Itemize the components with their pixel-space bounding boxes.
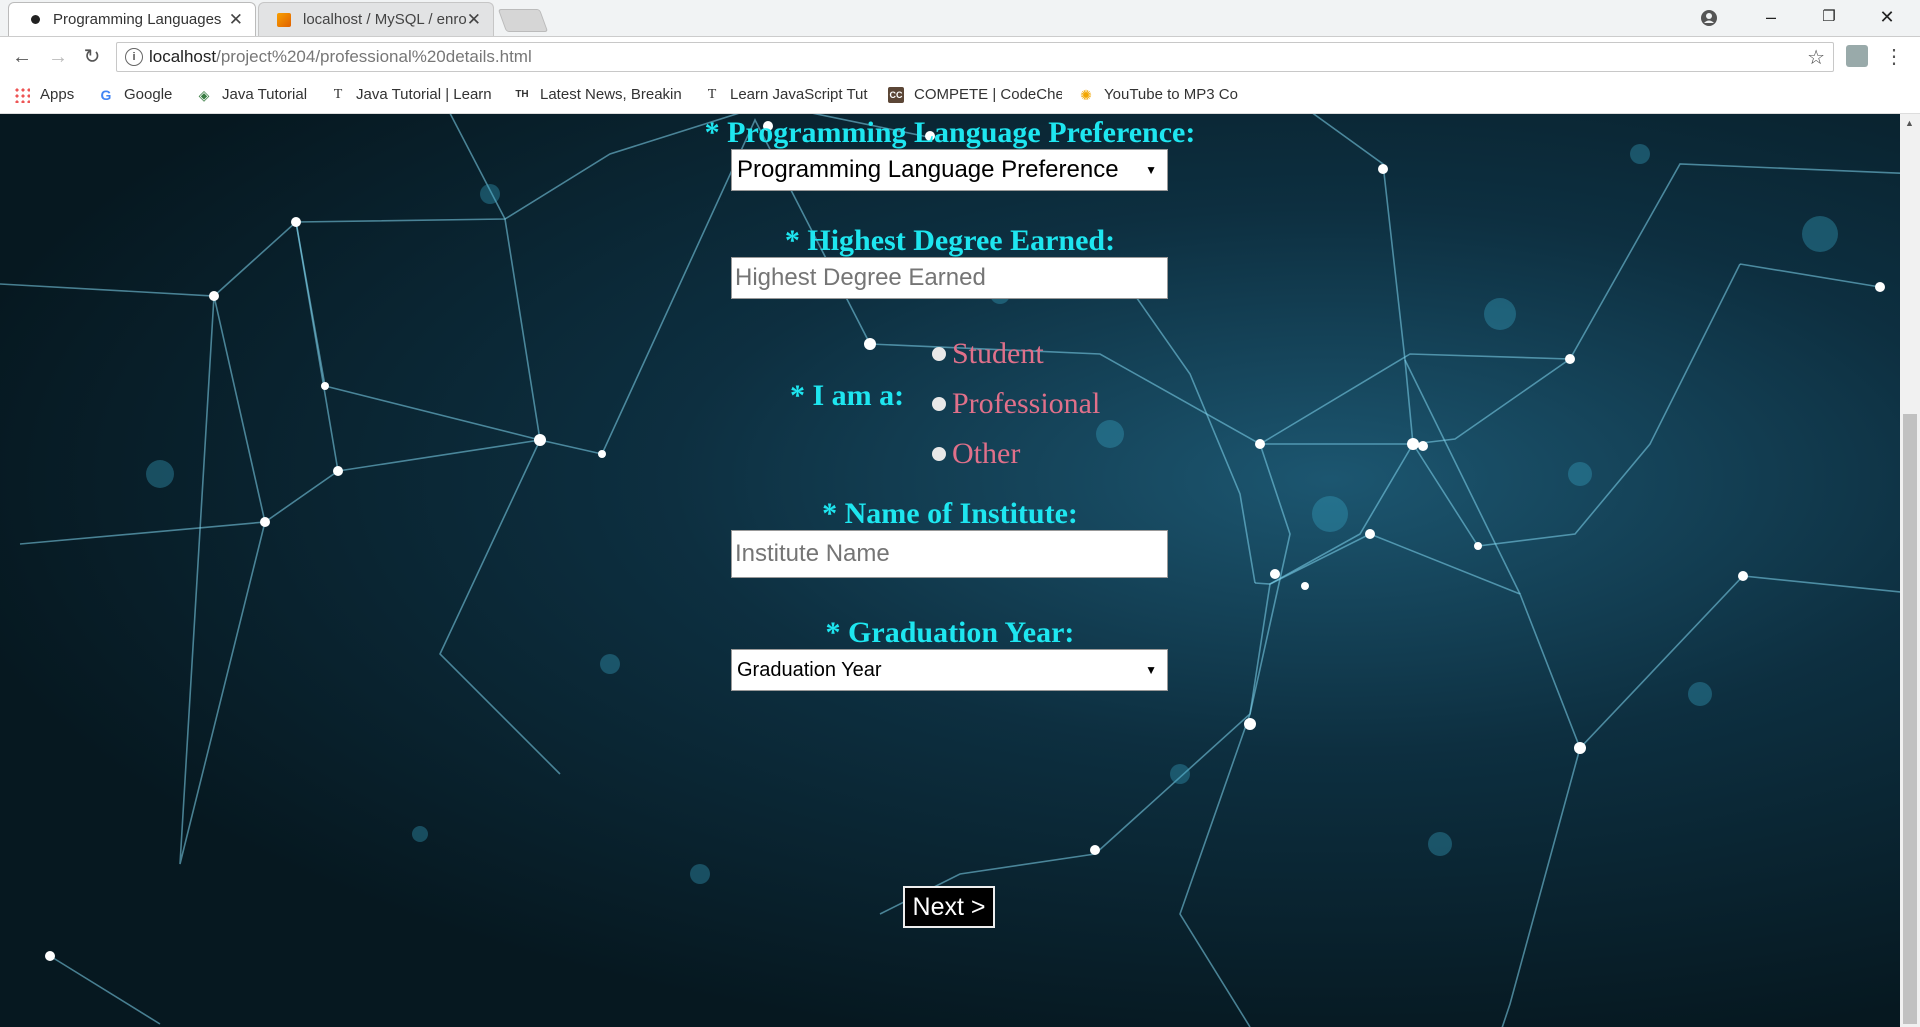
graduation-label: * Graduation Year: [825,616,1075,649]
tab-bar: Programming Languages ✕ localhost / MySQ… [0,0,1920,37]
degree-input[interactable] [731,257,1168,299]
tab-title: Programming Languages [53,11,222,28]
converter-icon: ✺ [1080,87,1092,104]
bookmark-java-tutorial-learn[interactable]: T Java Tutorial | Learn [330,77,498,113]
degree-label: * Highest Degree Earned: [784,224,1116,257]
radio-student[interactable]: Student [932,334,1044,374]
iam-label: * I am a: [790,379,905,412]
account-icon[interactable] [1686,0,1732,34]
bookmarks-bar: Apps G Google ◈ Java Tutorial T Java Tutori… [0,77,1920,114]
language-select[interactable]: Programming Language Preference ▼ [731,149,1168,191]
close-icon[interactable]: ✕ [229,3,243,36]
codechef-icon: CC [888,87,904,104]
bookmark-star-icon[interactable]: ☆ [1807,45,1825,70]
close-icon[interactable]: ✕ [467,3,481,36]
address-bar[interactable]: i localhost/project%204/professional%20d… [116,42,1834,72]
new-tab-button[interactable] [497,9,549,32]
restore-button[interactable]: ❐ [1806,0,1852,34]
radio-other[interactable]: Other [932,434,1020,474]
bookmark-java-tutorial[interactable]: ◈ Java Tutorial [196,77,307,113]
phpmyadmin-icon [277,13,291,27]
th-icon: TH [515,89,529,101]
radio-button[interactable] [932,397,946,412]
t-icon: T [333,87,343,103]
t-icon: T [707,87,717,103]
bookmark-youtube-mp3[interactable]: ✺ YouTube to MP3 Co [1078,77,1250,113]
scroll-thumb[interactable] [1903,414,1917,1024]
bookmark-learn-javascript[interactable]: T Learn JavaScript Tut [704,77,876,113]
apps-grid-icon [14,87,30,104]
radio-professional[interactable]: Professional [932,384,1100,424]
back-button[interactable]: ← [8,43,36,71]
url-text: localhost/project%204/professional%20det… [149,47,532,66]
google-icon: G [100,87,112,104]
bookmark-apps[interactable]: Apps [14,77,74,113]
window-close-button[interactable]: ✕ [1864,0,1910,34]
tab-phpmyadmin[interactable]: localhost / MySQL / enro ✕ [258,2,494,36]
page-content: * Programming Language Preference: Progr… [0,114,1900,1027]
tab-title: localhost / MySQL / enro [303,11,467,28]
radio-button[interactable] [932,447,946,462]
dropdown-arrow-icon: ▼ [1145,163,1157,177]
extension-icon[interactable] [1846,45,1868,67]
info-icon[interactable]: i [125,48,143,66]
diamond-icon: ◈ [198,87,210,104]
page-dot-icon [31,15,40,24]
browser-toolbar: ← → ↻ i localhost/project%204/profession… [0,37,1920,77]
tab-programming-languages[interactable]: Programming Languages ✕ [8,2,256,36]
bookmark-codechef[interactable]: CC COMPETE | CodeChe [888,77,1062,113]
scroll-up-arrow-icon[interactable]: ▲ [1905,118,1914,128]
institute-label: * Name of Institute: [822,497,1078,530]
graduation-select[interactable]: Graduation Year ▼ [731,649,1168,691]
forward-button[interactable]: → [44,43,72,71]
bookmark-latest-news[interactable]: TH Latest News, Breakin [514,77,686,113]
language-label: * Programming Language Preference: [704,116,1196,149]
menu-icon[interactable]: ⋮ [1884,43,1904,71]
minimize-button[interactable]: – [1748,0,1794,34]
dropdown-arrow-icon: ▼ [1145,663,1157,677]
bookmark-google[interactable]: G Google [98,77,173,113]
institute-input[interactable] [731,530,1168,578]
next-button[interactable]: Next > [903,886,995,928]
reload-button[interactable]: ↻ [78,43,106,71]
scrollbar[interactable]: ▲ [1900,114,1920,1027]
radio-button[interactable] [932,347,946,362]
